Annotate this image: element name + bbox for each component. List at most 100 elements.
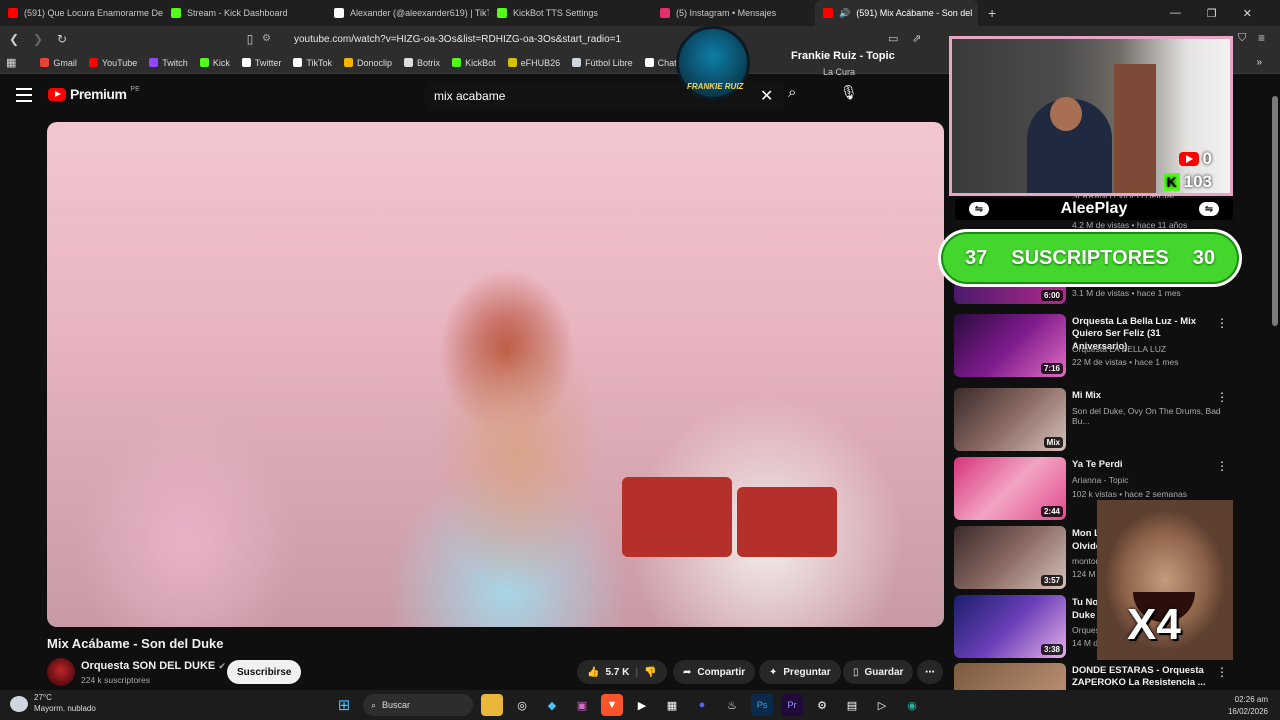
futbol-libre-icon: [572, 58, 582, 67]
site-info-icon[interactable]: ⚙: [262, 33, 271, 44]
more-options-icon[interactable]: ⋮: [1216, 316, 1228, 330]
bookmark-icon[interactable]: ▯: [240, 32, 260, 46]
minimize-icon[interactable]: —: [1170, 7, 1181, 19]
meme-multiplier: X4: [1127, 600, 1181, 649]
hamburger-menu-icon[interactable]: [16, 88, 32, 106]
twitch-icon: [149, 58, 159, 67]
youtube-play-icon: [48, 87, 66, 101]
clear-search-icon[interactable]: ✕: [760, 86, 773, 106]
share-page-icon[interactable]: ⇗: [912, 32, 921, 45]
app-icon[interactable]: ▣: [571, 694, 593, 716]
cloud-icon: [10, 695, 28, 712]
browser-tab[interactable]: Stream - Kick Dashboard: [163, 0, 326, 26]
sidebar-scrollbar[interactable]: [1272, 96, 1278, 326]
apps-icon[interactable]: ▦: [0, 56, 22, 69]
bookmark-futbol-libre[interactable]: Fútbol Libre: [566, 58, 639, 68]
thumbs-up-icon: 👍: [587, 666, 600, 678]
browser-tab-active[interactable]: 🔊(591) Mix Acábame - Son del✕: [815, 0, 978, 26]
list-item[interactable]: DONDE ESTARAS - Orquesta ZAPEROKO La Res…: [954, 663, 1228, 690]
youtube-favicon-icon: [8, 8, 18, 18]
donoclip-icon: [344, 58, 354, 67]
more-actions-button[interactable]: ⋯: [917, 660, 943, 684]
more-options-icon[interactable]: ⋮: [1216, 459, 1228, 473]
brave-icon[interactable]: ▼: [601, 694, 623, 716]
edge-icon[interactable]: ◉: [901, 694, 923, 716]
ask-button[interactable]: ✦ Preguntar: [759, 660, 841, 684]
like-button[interactable]: 👍 5.7 K | 👎: [577, 660, 667, 684]
list-item[interactable]: 7:16 Orquesta La Bella Luz - Mix Quiero …: [954, 314, 1228, 378]
youtube-icon: [88, 58, 98, 67]
notepad-icon[interactable]: ▤: [841, 694, 863, 716]
more-bookmarks-icon[interactable]: »: [1256, 57, 1262, 68]
botrix-icon: [404, 58, 414, 67]
photoshop-icon[interactable]: Ps: [751, 694, 773, 716]
channel-avatar[interactable]: [47, 658, 75, 686]
bookmark-botrix[interactable]: Botrix: [398, 58, 446, 68]
weather-widget[interactable]: 27°C Mayorm. nublado: [10, 693, 96, 715]
list-item[interactable]: Mix Mi Mix Son del Duke, Ovy On The Drum…: [954, 388, 1228, 452]
channel-row: Orquesta SON DEL DUKE ✔ 224 k suscriptor…: [47, 658, 944, 688]
bookmark-icon: ▯: [853, 666, 859, 678]
browser-tab[interactable]: KickBot TTS Settings: [489, 0, 652, 26]
bookmark-donoclip[interactable]: Donoclip: [338, 58, 398, 68]
more-options-icon[interactable]: ⋮: [1216, 390, 1228, 404]
kick-favicon-icon: [497, 8, 507, 18]
video-thumbnail: Mix: [954, 388, 1066, 451]
url-field[interactable]: youtube.com/watch?v=HIZG-oa-3Os&list=RDH…: [294, 34, 621, 45]
browser-tab[interactable]: (591) Que Locura Enamorarme De Ti: [0, 0, 163, 26]
video-player[interactable]: [47, 122, 944, 627]
thumbs-down-icon[interactable]: 👎: [644, 667, 656, 678]
forward-icon[interactable]: ❯: [28, 32, 48, 46]
subscribe-button[interactable]: Suscribirse: [227, 660, 302, 684]
app-icon[interactable]: ◆: [541, 694, 563, 716]
back-icon[interactable]: ❮: [4, 32, 24, 46]
microphone-icon[interactable]: 🎙: [840, 84, 858, 101]
system-clock[interactable]: 02:26 am 16/02/2026: [1228, 694, 1268, 717]
bookmark-twitch[interactable]: Twitch: [143, 58, 194, 68]
taskbar-search[interactable]: ⌕ Buscar: [363, 694, 473, 716]
bookmark-efhub[interactable]: eFHUB26: [502, 58, 567, 68]
more-options-icon[interactable]: ⋮: [1216, 665, 1228, 679]
close-window-icon[interactable]: ✕: [1243, 7, 1252, 20]
bookmark-youtube[interactable]: YouTube: [83, 58, 143, 68]
youtube-favicon-icon: [823, 8, 833, 18]
search-icon[interactable]: ⌕: [788, 84, 796, 101]
bookmark-kickbot[interactable]: KickBot: [446, 58, 502, 68]
bookmark-twitter[interactable]: Twitter: [236, 58, 288, 68]
save-button[interactable]: ▯ Guardar: [843, 660, 914, 684]
chatgpt-icon: [644, 58, 654, 67]
settings-icon[interactable]: ⚙: [811, 694, 833, 716]
channel-name[interactable]: Orquesta SON DEL DUKE ✔: [81, 660, 226, 672]
reload-icon[interactable]: ↻: [52, 32, 72, 46]
menu-icon[interactable]: ≡: [1258, 31, 1265, 45]
now-playing-album-art: FRANKIE RUIZ: [676, 26, 750, 100]
shield-icon[interactable]: ⛉: [1238, 32, 1246, 45]
browser-tab[interactable]: Alexander (@aleexander619) | TikTok: [326, 0, 489, 26]
kick-favicon-icon: [171, 8, 181, 18]
premiere-icon[interactable]: Pr: [781, 694, 803, 716]
video-thumbnail: 7:16: [954, 314, 1066, 377]
now-playing-track: La Cura: [823, 67, 856, 77]
kick-logo-icon: ⇋: [969, 202, 989, 216]
browser-tab[interactable]: (5) Instagram • Mensajes: [652, 0, 815, 26]
bookmark-gmail[interactable]: Gmail: [34, 58, 83, 68]
windows-start-icon[interactable]: ⊞: [333, 694, 355, 716]
bookmark-tiktok[interactable]: TikTok: [287, 58, 338, 68]
video-thumbnail: [954, 663, 1066, 690]
tiktok-icon: [293, 58, 303, 67]
steam-icon[interactable]: ♨: [721, 694, 743, 716]
list-item[interactable]: 6:00 3.1 M de vistas • hace 1 mes: [954, 282, 1224, 308]
share-button[interactable]: ➦ Compartir: [673, 660, 756, 684]
cast-icon[interactable]: ▭: [888, 32, 898, 45]
youtube-premium-logo[interactable]: Premium PE: [48, 86, 140, 102]
calculator-icon[interactable]: ▦: [661, 694, 683, 716]
file-explorer-icon[interactable]: [481, 694, 503, 716]
maximize-icon[interactable]: ❐: [1207, 7, 1217, 20]
media-player-icon[interactable]: ▷: [871, 694, 893, 716]
app-icon[interactable]: ▶: [631, 694, 653, 716]
discord-icon[interactable]: ●: [691, 694, 713, 716]
chrome-icon[interactable]: ◎: [511, 694, 533, 716]
new-tab-button[interactable]: +: [988, 5, 996, 21]
video-thumbnail: 2:44: [954, 457, 1066, 520]
bookmark-kick[interactable]: Kick: [194, 58, 236, 68]
